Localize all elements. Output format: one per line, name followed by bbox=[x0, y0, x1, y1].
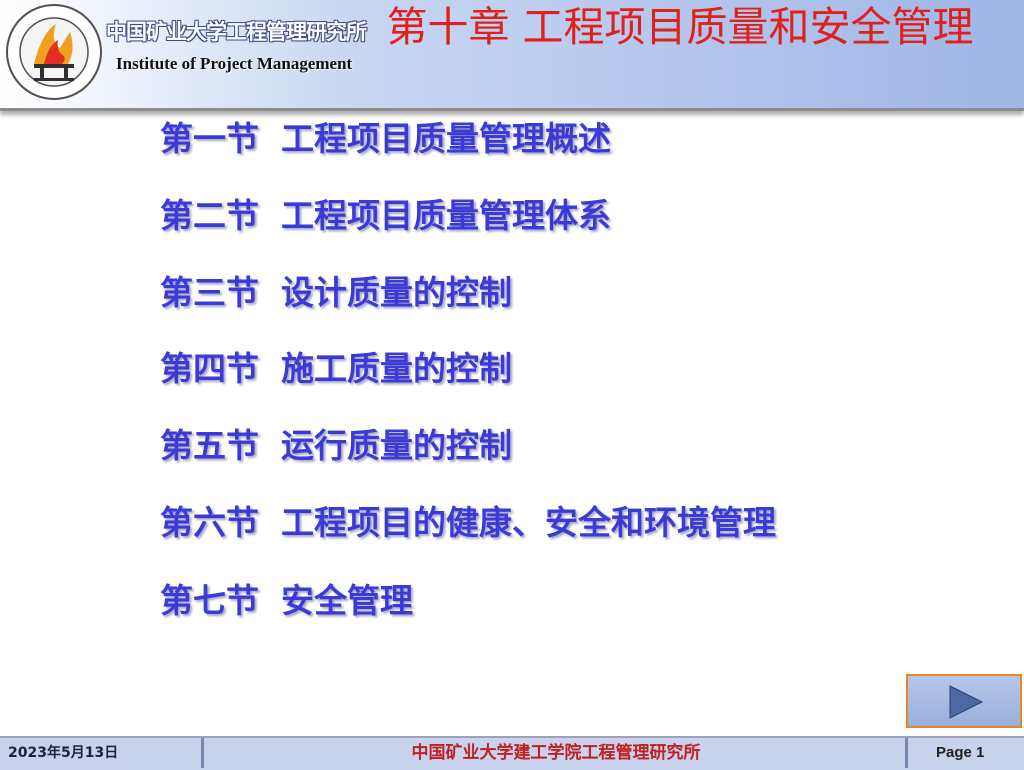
section-number: 第五节 bbox=[160, 426, 259, 465]
section-title: 安全管理 bbox=[281, 581, 413, 620]
institute-name-cn: 中国矿业大学工程管理研究所 bbox=[106, 20, 367, 44]
section-title: 施工质量的控制 bbox=[281, 349, 512, 388]
section-number: 第四节 bbox=[160, 349, 259, 388]
section-number: 第三节 bbox=[160, 273, 259, 312]
section-item[interactable]: 第六节 工程项目的健康、安全和环境管理 bbox=[160, 496, 776, 544]
section-item[interactable]: 第四节 施工质量的控制 bbox=[160, 342, 512, 390]
section-item[interactable]: 第七节 安全管理 bbox=[160, 574, 413, 622]
footer-date: 2023年5月13日 bbox=[0, 738, 204, 768]
section-title: 工程项目质量管理概述 bbox=[281, 119, 611, 158]
section-item[interactable]: 第二节 工程项目质量管理体系 bbox=[160, 189, 611, 237]
chapter-title: 第十章 工程项目质量和安全管理 bbox=[386, 3, 974, 51]
footer-bar: 2023年5月13日 中国矿业大学建工学院工程管理研究所 Page 1 bbox=[0, 736, 1024, 770]
header-bar: 中国矿业大学工程管理研究所 Institute of Project Manag… bbox=[0, 0, 1024, 111]
footer-institute: 中国矿业大学建工学院工程管理研究所 bbox=[411, 743, 701, 763]
next-slide-button[interactable] bbox=[906, 674, 1022, 728]
section-item[interactable]: 第三节 设计质量的控制 bbox=[160, 266, 512, 314]
section-item[interactable]: 第一节 工程项目质量管理概述 bbox=[160, 112, 611, 160]
section-number: 第二节 bbox=[160, 196, 259, 235]
section-number: 第一节 bbox=[160, 119, 259, 158]
university-logo-icon bbox=[6, 4, 102, 100]
section-item[interactable]: 第五节 运行质量的控制 bbox=[160, 419, 512, 467]
section-title: 运行质量的控制 bbox=[281, 426, 512, 465]
section-title: 设计质量的控制 bbox=[281, 273, 512, 312]
section-number: 第六节 bbox=[160, 503, 259, 542]
play-triangle-icon bbox=[949, 685, 984, 719]
page-number: Page 1 bbox=[905, 738, 1024, 768]
section-title: 工程项目的健康、安全和环境管理 bbox=[281, 503, 776, 542]
section-number: 第七节 bbox=[160, 581, 259, 620]
section-title: 工程项目质量管理体系 bbox=[281, 196, 611, 235]
institute-name-en: Institute of Project Management bbox=[116, 54, 353, 73]
